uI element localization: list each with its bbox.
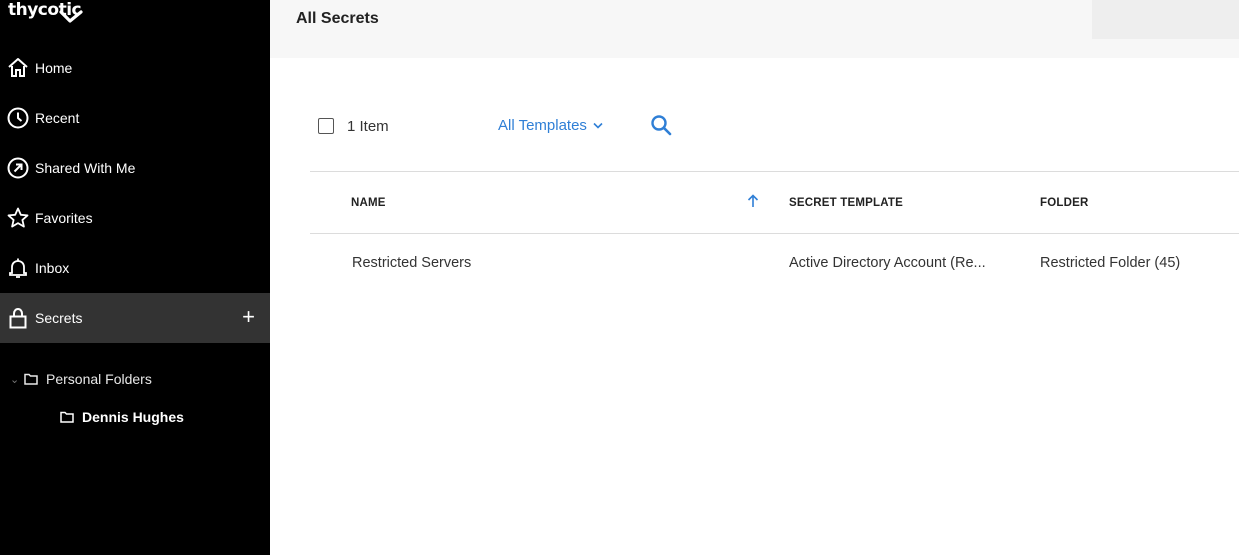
- header-search-area[interactable]: [1092, 0, 1239, 39]
- sidebar-item-label: Recent: [35, 110, 80, 126]
- folder-tree-item-dennis-hughes[interactable]: Dennis Hughes: [0, 398, 270, 436]
- folder-tree-item-personal-folders[interactable]: ⌄ Personal Folders: [0, 360, 270, 398]
- sidebar-item-label: Home: [35, 60, 73, 76]
- sidebar-item-inbox[interactable]: Inbox: [0, 243, 270, 293]
- cell-folder: Restricted Folder (45): [1040, 255, 1181, 271]
- table-header: NAME SECRET TEMPLATE FOLDER: [310, 171, 1239, 234]
- item-count: 1 Item: [347, 117, 389, 135]
- sort-ascending-icon[interactable]: [747, 194, 759, 213]
- folder-label: Personal Folders: [46, 371, 152, 387]
- home-icon: [6, 56, 30, 80]
- sidebar-item-favorites[interactable]: Favorites: [0, 193, 270, 243]
- column-header-secret-template[interactable]: SECRET TEMPLATE: [789, 197, 903, 209]
- list-toolbar: 1 Item All Templates: [318, 112, 672, 140]
- chevron-down-icon: [593, 122, 603, 129]
- search-icon[interactable]: [650, 114, 672, 141]
- page-title: All Secrets: [296, 10, 379, 27]
- column-header-name[interactable]: NAME: [351, 197, 386, 209]
- sidebar-item-label: Inbox: [35, 260, 70, 276]
- folder-tree: ⌄ Personal Folders Dennis Hughes: [0, 360, 270, 436]
- star-icon: [6, 206, 30, 230]
- shared-icon: [6, 156, 30, 180]
- sidebar-item-home[interactable]: Home: [0, 43, 270, 93]
- chevron-down-icon[interactable]: ⌄: [10, 373, 24, 386]
- folder-icon: [60, 411, 74, 423]
- sidebar-item-recent[interactable]: Recent: [0, 93, 270, 143]
- folder-label: Dennis Hughes: [82, 409, 184, 425]
- column-header-folder[interactable]: FOLDER: [1040, 197, 1088, 209]
- sidebar-item-secrets[interactable]: Secrets +: [0, 293, 270, 343]
- page-header: All Secrets: [270, 0, 1239, 58]
- bell-icon: [6, 256, 30, 280]
- table-row[interactable]: Restricted Servers Active Directory Acco…: [310, 234, 1239, 292]
- cell-name[interactable]: Restricted Servers: [352, 255, 471, 271]
- logo-check-icon: [59, 10, 83, 23]
- sidebar-nav: Home Recent Shared With Me Favorites Inb…: [0, 43, 270, 343]
- folder-icon: [24, 373, 38, 385]
- lock-icon: [6, 306, 30, 330]
- add-secret-button[interactable]: +: [242, 306, 255, 328]
- select-all-checkbox[interactable]: [318, 118, 334, 134]
- clock-icon: [6, 106, 30, 130]
- thycotic-logo[interactable]: thycotic: [8, 0, 83, 36]
- sidebar-item-label: Favorites: [35, 210, 93, 226]
- sidebar: thycotic Home Recent Shared With Me Favo…: [0, 0, 270, 555]
- template-filter-dropdown[interactable]: All Templates: [498, 117, 603, 134]
- sidebar-item-label: Secrets: [35, 310, 83, 326]
- cell-secret-template: Active Directory Account (Re...: [789, 255, 986, 271]
- template-filter-label: All Templates: [498, 117, 587, 134]
- sidebar-item-shared-with-me[interactable]: Shared With Me: [0, 143, 270, 193]
- secrets-table: NAME SECRET TEMPLATE FOLDER Restricted S…: [310, 171, 1239, 292]
- sidebar-item-label: Shared With Me: [35, 160, 136, 176]
